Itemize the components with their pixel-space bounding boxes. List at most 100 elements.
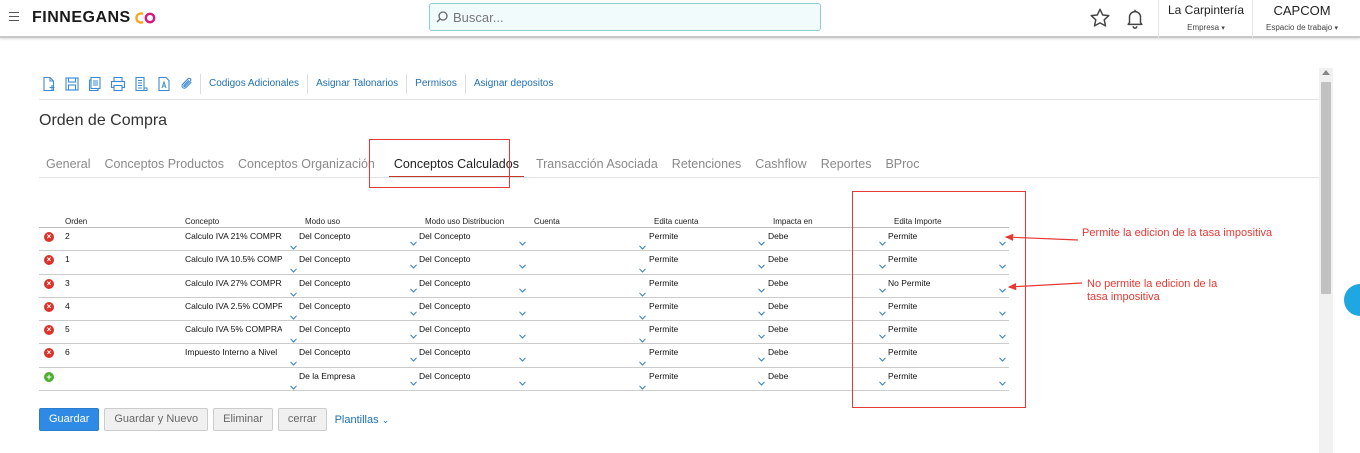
edit-account-dropdown-chevron-icon[interactable] [639,353,646,367]
templates-dropdown[interactable]: Plantillas ⌄ [335,414,390,426]
impacts-dropdown-chevron-icon[interactable] [758,303,765,316]
impacts-dropdown-chevron-icon[interactable] [758,373,765,386]
impacts-dropdown-chevron-icon[interactable] [758,233,765,246]
distribution-mode-dropdown-chevron-icon[interactable] [410,280,417,293]
edit-account-dropdown-chevron-icon[interactable] [639,237,646,250]
account-dropdown-chevron-icon[interactable] [519,256,526,270]
order-cell[interactable]: 5 [65,324,145,334]
distribution-mode-dropdown-chevron-icon[interactable] [410,373,417,386]
distribution-mode-select[interactable]: Del Concepto [419,254,509,264]
usage-mode-select[interactable]: Del Concepto [299,347,399,357]
delete-row-icon[interactable]: × [44,301,54,312]
toolbar-link-additional-codes[interactable]: Codigos Adicionales [200,74,307,94]
scrollbar-thumb[interactable] [1321,82,1331,294]
help-bubble[interactable] [1344,284,1360,316]
tab-associated-transaction[interactable]: Transacción Asociada [529,154,665,178]
concept-cell[interactable]: Calculo IVA 21% COMPRAS [185,231,282,241]
impacts-select[interactable]: Debe [768,231,858,241]
concept-cell[interactable]: Calculo IVA 5% COMPRAS [185,324,282,334]
delete-row-icon[interactable]: × [44,278,54,289]
order-cell[interactable]: 6 [65,347,145,357]
print-icon[interactable] [108,74,128,94]
edit-account-select[interactable]: Permite [649,371,749,381]
close-button[interactable]: cerrar [277,408,327,431]
usage-mode-select[interactable]: Del Concepto [299,301,399,311]
usage-mode-select[interactable]: Del Concepto [299,324,399,334]
edit-account-dropdown-chevron-icon[interactable] [639,377,646,390]
usage-mode-select[interactable]: De la Empresa [299,371,399,381]
concept-cell[interactable]: Calculo IVA 10.5% COMPRAS [185,254,282,264]
usage-mode-dropdown-chevron-icon[interactable] [290,284,297,297]
distribution-mode-dropdown-chevron-icon[interactable] [410,326,417,339]
order-cell[interactable]: 1 [65,254,145,264]
favorites-star-icon[interactable] [1088,6,1112,30]
add-row-icon[interactable]: + [44,371,54,382]
impacts-dropdown-chevron-icon[interactable] [758,280,765,293]
order-cell[interactable]: 3 [65,278,145,288]
save-and-new-button[interactable]: Guardar y Nuevo [104,408,209,431]
usage-mode-dropdown-chevron-icon[interactable] [290,260,297,274]
company-selector[interactable]: La Carpintería Empresa ▾ [1163,3,1249,32]
concept-cell[interactable]: Impuesto Interno a Nivel [185,347,282,357]
usage-mode-dropdown-chevron-icon[interactable] [290,353,297,367]
toolbar-link-assign-checkbooks[interactable]: Asignar Talonarios [307,74,406,94]
logo[interactable]: FINNEGANS [32,9,157,27]
text-document-icon[interactable] [154,74,174,94]
tab-cashflow[interactable]: Cashflow [748,154,813,178]
toolbar-link-assign-warehouses[interactable]: Asignar depositos [464,74,562,94]
usage-mode-select[interactable]: Del Concepto [299,231,399,241]
impacts-dropdown-chevron-icon[interactable] [758,326,765,339]
usage-mode-dropdown-chevron-icon[interactable] [290,237,297,250]
account-dropdown-chevron-icon[interactable] [519,349,526,363]
report-list-icon[interactable] [131,74,151,94]
distribution-mode-select[interactable]: Del Concepto [419,371,509,381]
save-button[interactable]: Guardar [39,408,100,431]
delete-row-icon[interactable]: × [44,325,54,336]
distribution-mode-select[interactable]: Del Concepto [419,231,509,241]
copy-icon[interactable] [85,74,105,94]
tab-withholdings[interactable]: Retenciones [665,154,749,178]
distribution-mode-dropdown-chevron-icon[interactable] [410,303,417,316]
edit-account-select[interactable]: Permite [649,324,749,334]
menu-icon[interactable] [9,12,19,21]
scroll-up-icon[interactable] [1322,70,1330,75]
account-dropdown-chevron-icon[interactable] [519,373,526,386]
delete-row-icon[interactable]: × [44,232,54,242]
attachment-icon[interactable] [177,74,197,94]
distribution-mode-dropdown-chevron-icon[interactable] [410,233,417,246]
new-document-icon[interactable] [39,74,59,94]
concept-cell[interactable]: Calculo IVA 2.5% COMPRAS [185,301,282,311]
save-icon[interactable] [62,74,82,94]
vertical-scrollbar[interactable] [1319,68,1333,453]
edit-account-select[interactable]: Permite [649,231,749,241]
edit-account-select[interactable]: Permite [649,278,749,288]
edit-account-dropdown-chevron-icon[interactable] [639,307,646,320]
distribution-mode-select[interactable]: Del Concepto [419,324,509,334]
usage-mode-dropdown-chevron-icon[interactable] [290,330,297,343]
impacts-select[interactable]: Debe [768,301,858,311]
tab-general[interactable]: General [39,154,97,178]
impacts-select[interactable]: Debe [768,278,858,288]
distribution-mode-dropdown-chevron-icon[interactable] [410,349,417,363]
impacts-dropdown-chevron-icon[interactable] [758,256,765,270]
usage-mode-select[interactable]: Del Concepto [299,254,399,264]
tab-organization-concepts[interactable]: Conceptos Organización [231,154,382,178]
edit-account-dropdown-chevron-icon[interactable] [639,284,646,297]
concept-cell[interactable]: Calculo IVA 27% COMPRAS [185,278,282,288]
tab-bproc[interactable]: BProc [878,154,926,178]
delete-button[interactable]: Eliminar [213,408,273,431]
account-dropdown-chevron-icon[interactable] [519,280,526,293]
workspace-selector[interactable]: CAPCOM Espacio de trabajo ▾ [1258,3,1346,32]
tab-reports[interactable]: Reportes [814,154,879,178]
distribution-mode-select[interactable]: Del Concepto [419,278,509,288]
distribution-mode-select[interactable]: Del Concepto [419,301,509,311]
search-input[interactable] [453,9,793,25]
edit-account-select[interactable]: Permite [649,347,749,357]
usage-mode-dropdown-chevron-icon[interactable] [290,377,297,390]
impacts-select[interactable]: Debe [768,254,858,264]
search-box[interactable] [429,3,821,31]
order-cell[interactable]: 2 [65,231,145,241]
account-dropdown-chevron-icon[interactable] [519,303,526,316]
edit-account-select[interactable]: Permite [649,254,749,264]
impacts-select[interactable]: Debe [768,347,858,357]
